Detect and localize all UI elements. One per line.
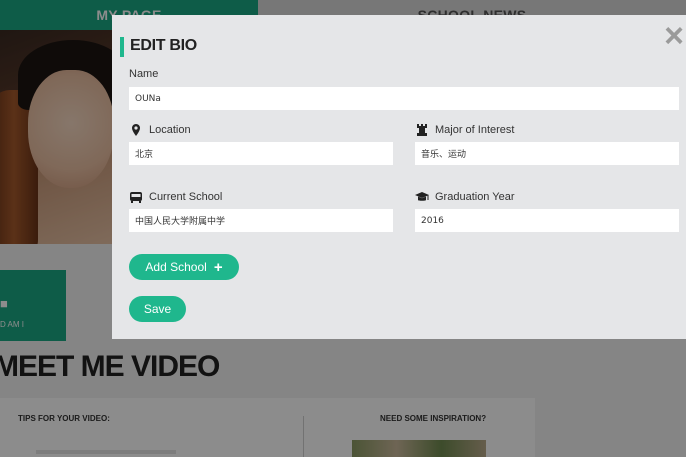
bus-icon xyxy=(129,190,143,204)
current-school-label: Current School xyxy=(129,190,222,204)
save-button[interactable]: Save xyxy=(129,296,186,322)
current-school-input[interactable] xyxy=(129,209,393,232)
modal-title: EDIT BIO xyxy=(130,37,197,54)
castle-rook-icon xyxy=(415,123,429,137)
location-label: Location xyxy=(129,123,191,137)
current-school-label-text: Current School xyxy=(149,191,223,203)
map-pin-icon xyxy=(129,123,143,137)
graduation-year-input[interactable] xyxy=(415,209,679,232)
save-label: Save xyxy=(143,302,172,316)
add-school-button[interactable]: Add School + xyxy=(129,254,239,280)
graduation-year-label: Graduation Year xyxy=(415,190,515,204)
edit-bio-modal xyxy=(112,15,686,339)
graduation-cap-icon xyxy=(415,190,429,204)
major-label-text: Major of Interest xyxy=(435,124,515,136)
name-label-text: Name xyxy=(129,68,159,80)
major-label: Major of Interest xyxy=(415,123,514,137)
location-label-text: Location xyxy=(149,124,191,136)
add-school-label: Add School xyxy=(145,260,207,274)
plus-icon: + xyxy=(213,258,223,276)
graduation-year-label-text: Graduation Year xyxy=(435,191,515,203)
location-input[interactable] xyxy=(129,142,393,165)
name-input[interactable] xyxy=(129,87,679,110)
close-icon[interactable]: × xyxy=(659,19,686,53)
major-input[interactable] xyxy=(415,142,679,165)
title-accent-bar xyxy=(120,37,124,57)
name-label: Name xyxy=(129,68,158,80)
